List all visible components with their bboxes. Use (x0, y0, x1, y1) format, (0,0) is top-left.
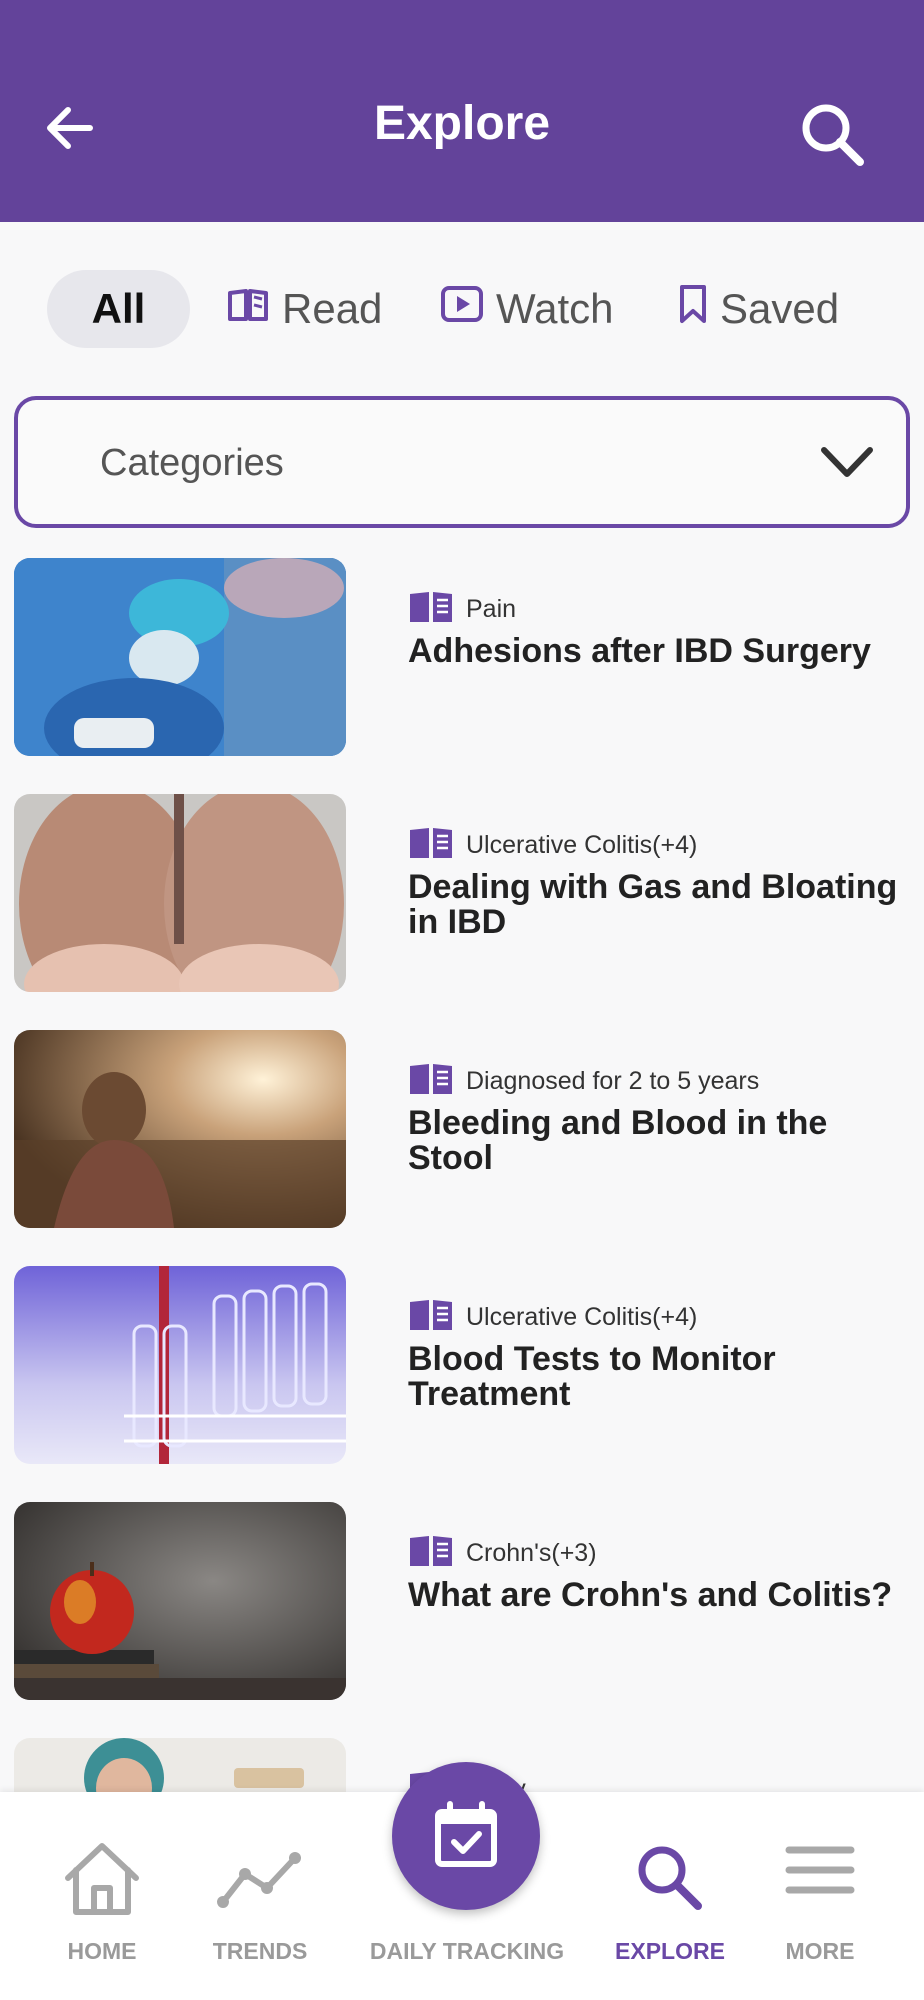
article-thumbnail-sunset (14, 1030, 346, 1228)
article-title: Blood Tests to Monitor Treatment (408, 1340, 776, 1413)
article-item[interactable]: Ulcerative Colitis(+4) Blood Tests to Mo… (0, 1266, 924, 1466)
daily-tracking-fab[interactable] (392, 1762, 540, 1910)
article-thumbnail-blood-tests (14, 1266, 346, 1464)
home-icon (65, 1843, 139, 1915)
calendar-check-icon (435, 1801, 497, 1867)
nav-trends[interactable]: TRENDS (198, 1792, 322, 2000)
search-icon (802, 104, 864, 166)
filter-all[interactable]: All (47, 270, 190, 348)
article-item[interactable]: Diagnosed for 2 to 5 years Bleeding and … (0, 1030, 924, 1230)
search-button[interactable] (798, 100, 868, 170)
article-category: Crohn's(+3) (466, 1538, 597, 1567)
article-title: Adhesions after IBD Surgery (408, 632, 871, 670)
article-thumbnail-surgery (14, 558, 346, 756)
video-play-icon (440, 285, 484, 333)
nav-explore[interactable]: EXPLORE (608, 1792, 732, 2000)
article-title: Dealing with Gas and Bloating in IBD (408, 868, 898, 941)
nav-more[interactable]: MORE (758, 1792, 882, 2000)
article-item[interactable]: Pain Adhesions after IBD Surgery (0, 558, 924, 758)
nav-more-label: MORE (785, 1938, 855, 1964)
filter-read-label: Read (282, 285, 383, 332)
article-category: Diagnosed for 2 to 5 years (466, 1066, 760, 1095)
categories-dropdown[interactable]: Categories (14, 396, 910, 528)
chevron-down-icon (821, 447, 873, 477)
top-app-bar: Explore (0, 0, 924, 222)
article-item[interactable]: Crohn's(+3) What are Crohn's and Colitis… (0, 1502, 924, 1702)
article-icon (408, 1298, 454, 1337)
article-category: Ulcerative Colitis(+4) (466, 1302, 698, 1331)
article-item[interactable]: Ulcerative Colitis(+4) Dealing with Gas … (0, 794, 924, 994)
filter-saved[interactable]: Saved (678, 270, 839, 348)
article-title: What are Crohn's and Colitis? (408, 1576, 893, 1614)
filter-all-label: All (91, 285, 146, 332)
categories-label: Categories (100, 442, 284, 484)
nav-daily-tracking-label: DAILY TRACKING (369, 1938, 565, 1964)
menu-icon (785, 1846, 855, 1894)
page-title: Explore (373, 97, 551, 150)
content-filter-tabs: All Read Watch Saved (0, 270, 924, 350)
nav-explore-label: EXPLORE (615, 1938, 725, 1964)
filter-read[interactable]: Read (226, 270, 382, 348)
article-thumbnail-apple (14, 1502, 346, 1700)
bookmark-icon (678, 284, 708, 334)
article-category: Ulcerative Colitis(+4) (466, 830, 698, 859)
article-icon (408, 1534, 454, 1573)
search-icon (638, 1846, 702, 1910)
article-icon (408, 1062, 454, 1101)
nav-home[interactable]: HOME (40, 1792, 164, 2000)
article-icon (408, 590, 454, 629)
article-category: Pain (466, 594, 517, 623)
filter-watch[interactable]: Watch (440, 270, 613, 348)
filter-saved-label: Saved (720, 285, 840, 332)
open-book-icon (226, 285, 270, 333)
nav-trends-label: TRENDS (212, 1938, 308, 1964)
article-title: Bleeding and Blood in the Stool (408, 1104, 828, 1177)
article-icon (408, 826, 454, 865)
filter-watch-label: Watch (496, 285, 614, 332)
article-thumbnail-bloating (14, 794, 346, 992)
nav-home-label: HOME (67, 1938, 137, 1964)
trend-line-icon (217, 1852, 301, 1908)
